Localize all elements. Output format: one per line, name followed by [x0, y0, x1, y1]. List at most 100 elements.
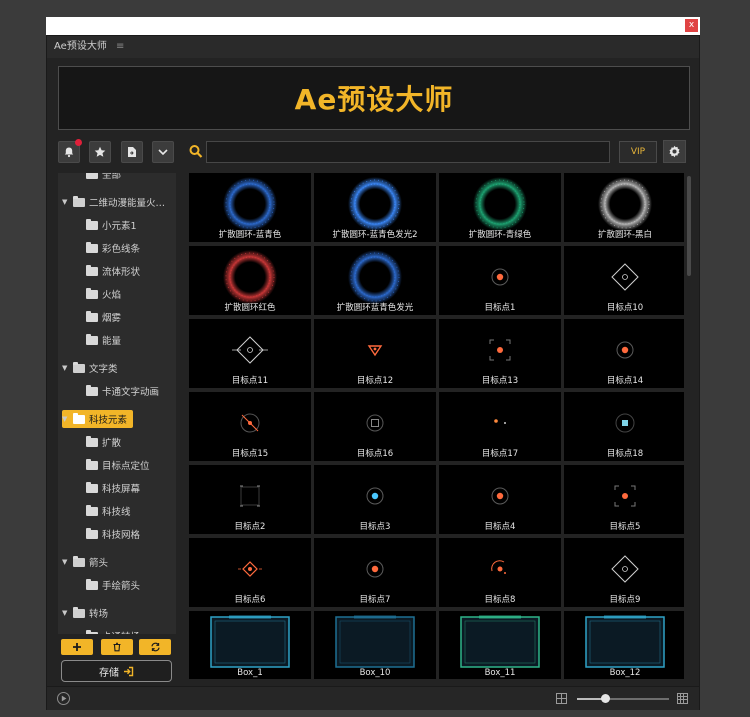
delete-button[interactable] — [101, 639, 133, 655]
settings-button[interactable] — [663, 140, 686, 163]
preset-thumbnail[interactable]: 目标点9 — [564, 538, 684, 607]
thumbnail-size-slider[interactable] — [577, 694, 669, 703]
tree-folder[interactable]: ▼ 转场 — [62, 604, 108, 622]
gear-icon — [669, 145, 680, 158]
tree-folder[interactable]: ▼ 箭头 — [62, 553, 108, 571]
import-button[interactable] — [121, 141, 143, 163]
panel-menu-icon[interactable]: ≡ — [116, 41, 124, 52]
tree-item[interactable]: 小元素1 — [86, 216, 137, 234]
preset-thumbnail[interactable]: 目标点15 — [189, 392, 311, 461]
tree-item[interactable]: 火焰 — [86, 285, 121, 303]
preset-thumbnail[interactable]: 扩散圆环-黑白 — [564, 173, 684, 242]
tree-folder[interactable]: ▼ 二维动漫能量火… — [62, 193, 165, 211]
preset-label: 目标点9 — [609, 595, 641, 605]
add-icon — [73, 643, 81, 651]
preview-play-button[interactable] — [57, 692, 70, 705]
preset-thumbnail[interactable]: 目标点17 — [439, 392, 561, 461]
grid-large-icon[interactable] — [677, 693, 688, 704]
preset-thumbnail[interactable]: 目标点3 — [314, 465, 436, 534]
slider-thumb[interactable] — [600, 694, 610, 703]
tree-item[interactable]: 烟雾 — [86, 308, 121, 326]
preset-thumbnail[interactable]: 目标点11 — [189, 319, 311, 388]
grid-small-icon[interactable] — [556, 693, 567, 704]
close-button[interactable]: x — [685, 19, 698, 32]
preset-thumbnail[interactable]: 目标点13 — [439, 319, 561, 388]
star-icon — [94, 146, 106, 157]
folder-shape — [86, 527, 98, 539]
folder-shape — [86, 241, 98, 253]
tree-item[interactable]: 科技线 — [86, 502, 131, 520]
folder-icon — [86, 629, 98, 634]
search-input[interactable] — [206, 141, 610, 163]
preset-thumbnail[interactable]: 目标点6 — [189, 538, 311, 607]
play-icon — [61, 695, 66, 702]
refresh-button[interactable] — [139, 639, 171, 655]
grid-scrollbar[interactable] — [687, 176, 691, 276]
search-icon — [189, 145, 203, 158]
preset-thumbnail[interactable]: Box_12 — [564, 611, 684, 679]
tree-item[interactable]: 彩色线条 — [86, 239, 140, 257]
preset-thumbnail[interactable]: 目标点8 — [439, 538, 561, 607]
expand-caret-icon[interactable]: ▼ — [62, 415, 70, 423]
tree-item[interactable]: 卡通转场 — [86, 627, 140, 634]
tree-item[interactable]: 科技屏幕 — [86, 479, 140, 497]
add-category-button[interactable] — [61, 639, 93, 655]
tree-item[interactable]: 全部 — [86, 173, 121, 183]
preset-thumbnail[interactable]: 目标点12 — [314, 319, 436, 388]
preset-label: 目标点11 — [231, 376, 269, 386]
folder-icon — [86, 333, 98, 345]
preset-label: 扩散圆环-青绿色 — [468, 230, 532, 240]
tree-item[interactable]: 科技网格 — [86, 525, 140, 543]
preset-thumbnail[interactable]: 目标点2 — [189, 465, 311, 534]
expand-caret-icon[interactable]: ▼ — [62, 558, 70, 566]
preset-thumbnail[interactable]: 目标点18 — [564, 392, 684, 461]
tree-folder[interactable]: ▼ 科技元素 — [62, 410, 134, 428]
folder-icon — [86, 241, 98, 253]
expand-caret-icon[interactable]: ▼ — [62, 364, 70, 372]
preset-thumbnail[interactable]: 扩散圆环-蓝青色发光2 — [314, 173, 436, 242]
folder-shape — [86, 287, 98, 299]
preset-thumbnail[interactable]: Box_1 — [189, 611, 311, 679]
preset-thumbnail[interactable]: 目标点4 — [439, 465, 561, 534]
folder-shape — [73, 361, 85, 373]
folder-shape — [73, 412, 85, 424]
tree-item[interactable]: 扩散 — [86, 433, 121, 451]
preset-thumbnail[interactable]: 目标点14 — [564, 319, 684, 388]
tree-item-label: 文字类 — [89, 364, 118, 375]
tree-item[interactable]: 手绘箭头 — [86, 576, 140, 594]
tree-item[interactable]: 流体形状 — [86, 262, 140, 280]
preset-thumbnail[interactable]: Box_10 — [314, 611, 436, 679]
preset-label: 目标点10 — [606, 303, 644, 313]
preset-thumbnail[interactable]: 目标点10 — [564, 246, 684, 315]
preset-thumbnail[interactable]: 扩散圆环-蓝青色 — [189, 173, 311, 242]
tree-item[interactable]: 目标点定位 — [86, 456, 150, 474]
notifications-button[interactable] — [58, 139, 82, 163]
category-tree[interactable]: 全部 ▼ 二维动漫能量火… 小元素1 彩色线条流体形状火焰烟雾能量 ▼ 文字类卡通文字动画 ▼… — [58, 173, 176, 634]
tree-item[interactable]: 卡通文字动画 — [86, 382, 159, 400]
preset-thumbnail[interactable]: 目标点1 — [439, 246, 561, 315]
expand-caret-icon[interactable]: ▼ — [62, 609, 70, 617]
preset-label: 目标点16 — [356, 449, 394, 459]
preset-thumbnail[interactable]: 目标点16 — [314, 392, 436, 461]
preset-label: Box_1 — [237, 668, 263, 678]
preset-thumbnail[interactable]: Box_11 — [439, 611, 561, 679]
folder-shape — [86, 578, 98, 590]
tree-folder[interactable]: ▼ 文字类 — [62, 359, 118, 377]
vip-button[interactable]: VIP — [619, 141, 657, 163]
folder-shape — [73, 555, 85, 567]
expand-caret-icon[interactable]: ▼ — [62, 198, 70, 206]
tree-item[interactable]: 能量 — [86, 331, 121, 349]
folder-icon — [86, 264, 98, 276]
preset-grid: 扩散圆环-蓝青色 扩散圆环-蓝青色发光2 扩散圆环-青绿色 扩散圆环-黑白扩散圆环红色… — [187, 173, 684, 679]
preset-thumbnail[interactable]: 目标点5 — [564, 465, 684, 534]
folder-shape — [86, 264, 98, 276]
tree-item-label: 科技网格 — [102, 530, 141, 541]
favorites-button[interactable] — [89, 141, 111, 163]
preset-thumbnail[interactable]: 扩散圆环-青绿色 — [439, 173, 561, 242]
preset-thumbnail[interactable]: 扩散圆环红色 — [189, 246, 311, 315]
preset-thumbnail[interactable]: 扩散圆环蓝青色发光 — [314, 246, 436, 315]
save-button[interactable]: 存储 — [61, 660, 172, 682]
dropdown-button[interactable] — [152, 141, 174, 163]
preset-thumbnail[interactable]: 目标点7 — [314, 538, 436, 607]
tree-item-label: 能量 — [102, 336, 122, 347]
